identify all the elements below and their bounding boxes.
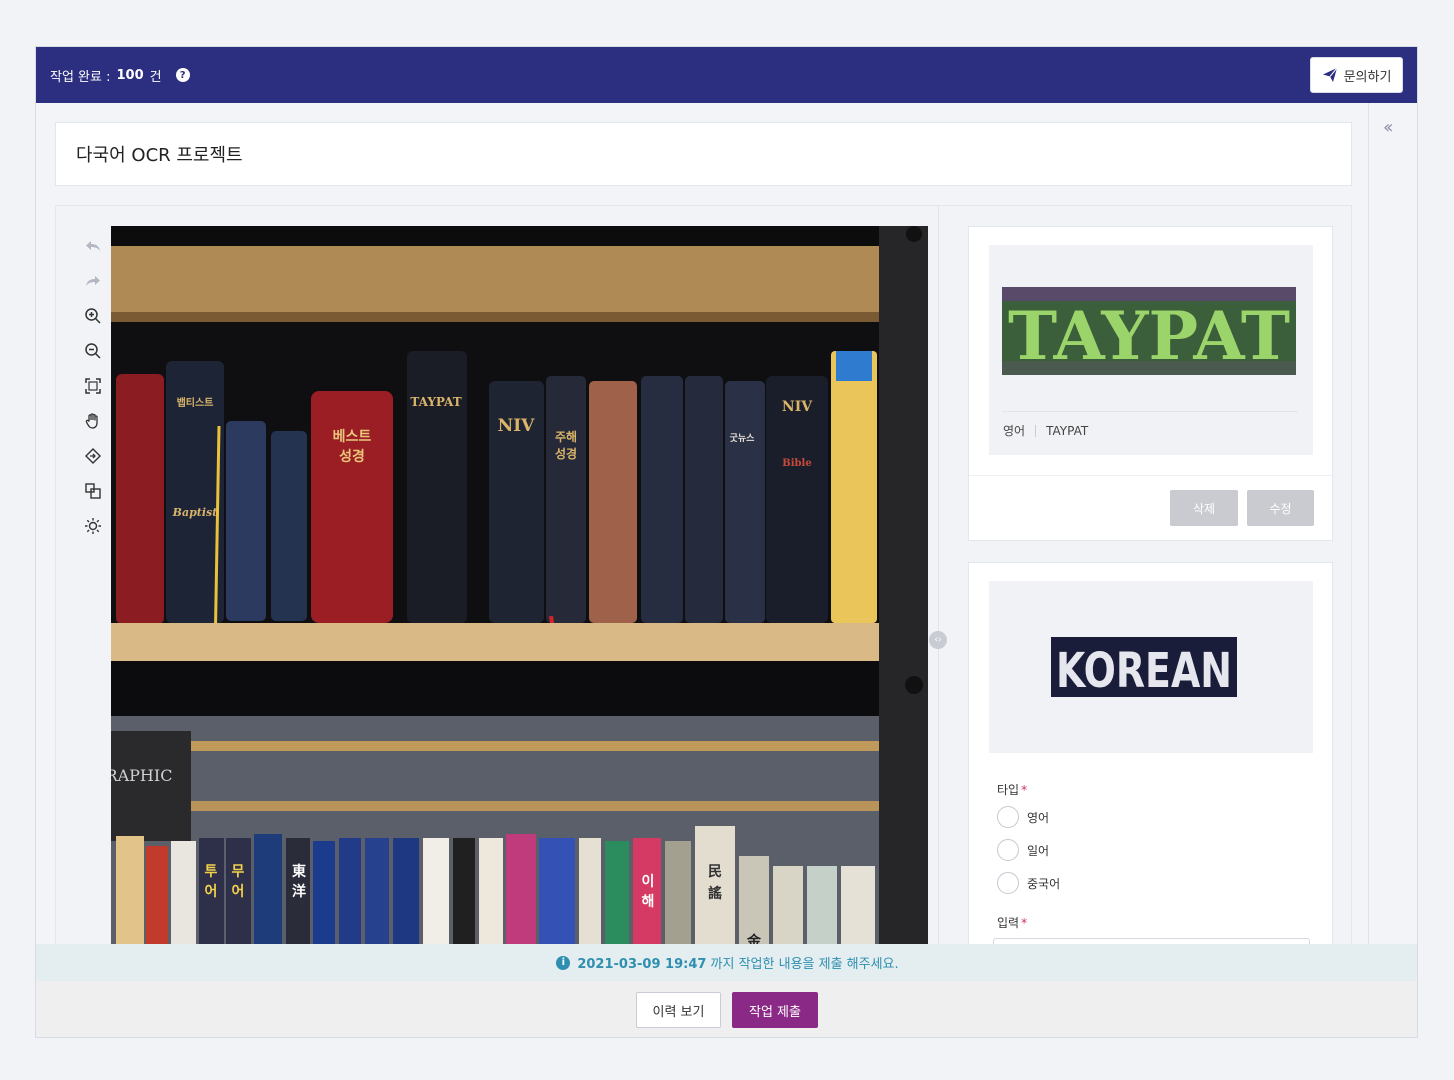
inquiry-label: 문의하기 <box>1343 69 1392 85</box>
type-field-label: 타입 * <box>997 781 1027 798</box>
result-card-confirmed: TAYPAT 영어 TAYPAT 삭제 수정 <box>968 226 1333 541</box>
radio-circle[interactable] <box>997 872 1019 894</box>
meta-separator <box>1035 424 1037 437</box>
crop-preview: TAYPAT 영어 TAYPAT <box>989 245 1313 455</box>
resize-handle-icon[interactable]: ‹› <box>929 631 947 649</box>
undo-icon[interactable] <box>80 228 106 263</box>
result-type: 영어 <box>1003 424 1026 438</box>
svg-text:洋: 洋 <box>292 883 306 900</box>
zoom-in-icon[interactable] <box>80 298 106 333</box>
crop-text-korean: KOREAN <box>1056 643 1232 697</box>
completion-status: 작업 완료 : 100 건 ? <box>50 66 190 85</box>
brightness-icon[interactable] <box>80 508 106 543</box>
svg-text:굿뉴스: 굿뉴스 <box>730 433 756 444</box>
help-icon[interactable]: ? <box>175 68 190 82</box>
svg-text:謠: 謠 <box>708 885 722 902</box>
info-icon: i <box>556 955 571 970</box>
svg-text:民: 民 <box>708 864 722 880</box>
radio-label: 중국어 <box>1027 876 1061 891</box>
fit-screen-icon[interactable] <box>80 368 106 403</box>
required-mark: * <box>1021 916 1028 930</box>
input-label-text: 입력 <box>997 916 1020 930</box>
svg-text:Bible: Bible <box>782 458 811 469</box>
svg-text:東: 東 <box>292 863 306 880</box>
svg-text:NIV: NIV <box>498 416 535 436</box>
radio-circle[interactable] <box>997 839 1019 861</box>
status-count: 100 <box>116 67 144 83</box>
deadline-datetime: 2021-03-09 19:47 <box>577 957 707 972</box>
radio-option-english[interactable]: 영어 <box>997 806 1049 828</box>
edit-button[interactable]: 수정 <box>1247 490 1314 526</box>
svg-text:투: 투 <box>205 864 218 880</box>
zoom-out-icon[interactable] <box>80 333 106 368</box>
radio-label: 영어 <box>1027 810 1050 825</box>
notice-message: 까지 작업한 내용을 제출 해주세요. <box>706 957 899 972</box>
deadline-notice: i 2021-03-09 19:47 까지 작업한 내용을 제출 해주세요. <box>36 944 1417 981</box>
panel-splitter[interactable] <box>938 206 939 966</box>
history-button[interactable]: 이력 보기 <box>636 992 721 1028</box>
notice-text: 2021-03-09 19:47 까지 작업한 내용을 제출 해주세요. <box>577 953 898 972</box>
svg-text:NIV: NIV <box>782 399 813 415</box>
radio-label: 일어 <box>1027 843 1050 858</box>
footer-bar: 이력 보기 작업 제출 <box>36 981 1417 1037</box>
project-title: 다국어 OCR 프로젝트 <box>76 145 243 166</box>
type-label-text: 타입 <box>997 783 1020 797</box>
svg-text:주해: 주해 <box>555 430 577 444</box>
right-rail: ‹‹ <box>1368 103 1417 1037</box>
divider <box>969 475 1332 476</box>
divider <box>1002 411 1298 412</box>
crop-text-taypat: TAYPAT <box>1008 297 1290 375</box>
crop-preview: KOREAN <box>989 581 1313 753</box>
result-meta: 영어 TAYPAT <box>1003 422 1088 439</box>
image-canvas[interactable]: TAYPAT NIV NIV 뱁티스트 베스트 성경 주해 성경 Baptist… <box>111 226 928 966</box>
crop-image-taypat: TAYPAT <box>1002 287 1296 375</box>
svg-text:이: 이 <box>642 873 655 890</box>
svg-text:성경: 성경 <box>339 448 365 465</box>
result-value: TAYPAT <box>1046 423 1089 438</box>
crop-image-korean: KOREAN <box>1051 637 1237 697</box>
radio-circle[interactable] <box>997 806 1019 828</box>
svg-text:베스트: 베스트 <box>333 429 372 445</box>
inquiry-button[interactable]: 문의하기 <box>1310 57 1403 93</box>
status-suffix: 건 <box>149 69 162 85</box>
project-title-card: 다국어 OCR 프로젝트 <box>55 122 1352 186</box>
app-window: 작업 완료 : 100 건 ? 문의하기 ‹‹ 다국어 OCR 프로젝트 TAY… <box>35 46 1418 1038</box>
submit-button[interactable]: 작업 제출 <box>732 992 818 1028</box>
delete-button[interactable]: 삭제 <box>1170 490 1238 526</box>
input-field-label: 입력 * <box>997 914 1027 931</box>
svg-text:무: 무 <box>232 864 245 880</box>
radio-option-chinese[interactable]: 중국어 <box>997 872 1060 894</box>
status-prefix: 작업 완료 : <box>50 69 111 85</box>
svg-text:RAPHIC: RAPHIC <box>111 766 172 785</box>
rotate-icon[interactable] <box>80 438 106 473</box>
radio-option-japanese[interactable]: 일어 <box>997 839 1049 861</box>
svg-text:어: 어 <box>205 883 218 900</box>
collapse-icon[interactable]: ‹‹ <box>1383 119 1394 137</box>
workspace: TAYPAT NIV NIV 뱁티스트 베스트 성경 주해 성경 Baptist… <box>55 205 1352 974</box>
svg-text:성경: 성경 <box>555 447 577 461</box>
result-card-pending: KOREAN 타입 * 영어 일어 중국어 입력 * <box>968 562 1333 974</box>
image-toolbar <box>80 228 106 543</box>
svg-text:Baptist: Baptist <box>172 506 218 519</box>
svg-text:TAYPAT: TAYPAT <box>410 395 461 409</box>
pan-hand-icon[interactable] <box>80 403 106 438</box>
svg-text:뱁티스트: 뱁티스트 <box>177 396 214 409</box>
paper-plane-icon <box>1322 67 1337 82</box>
redo-icon[interactable] <box>80 263 106 298</box>
top-bar: 작업 완료 : 100 건 ? 문의하기 <box>36 47 1417 103</box>
required-mark: * <box>1021 783 1028 797</box>
crop-icon[interactable] <box>80 473 106 508</box>
svg-text:어: 어 <box>232 883 245 900</box>
svg-text:해: 해 <box>642 894 655 910</box>
bookshelf-photo: TAYPAT NIV NIV 뱁티스트 베스트 성경 주해 성경 Baptist… <box>111 226 928 966</box>
